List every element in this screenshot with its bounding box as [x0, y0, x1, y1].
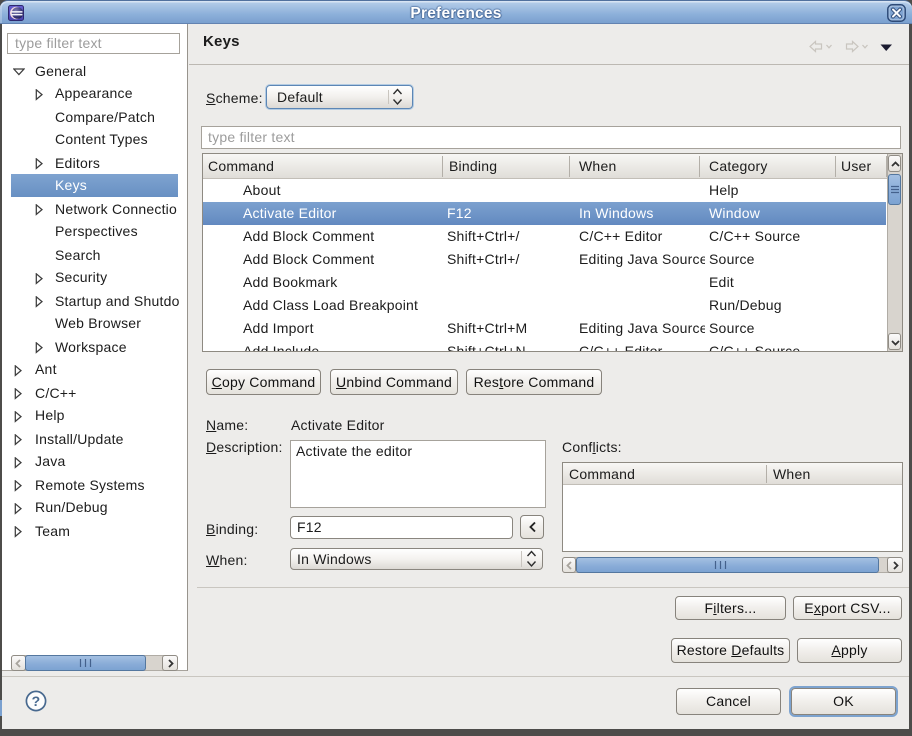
svg-text:?: ? — [32, 693, 41, 709]
